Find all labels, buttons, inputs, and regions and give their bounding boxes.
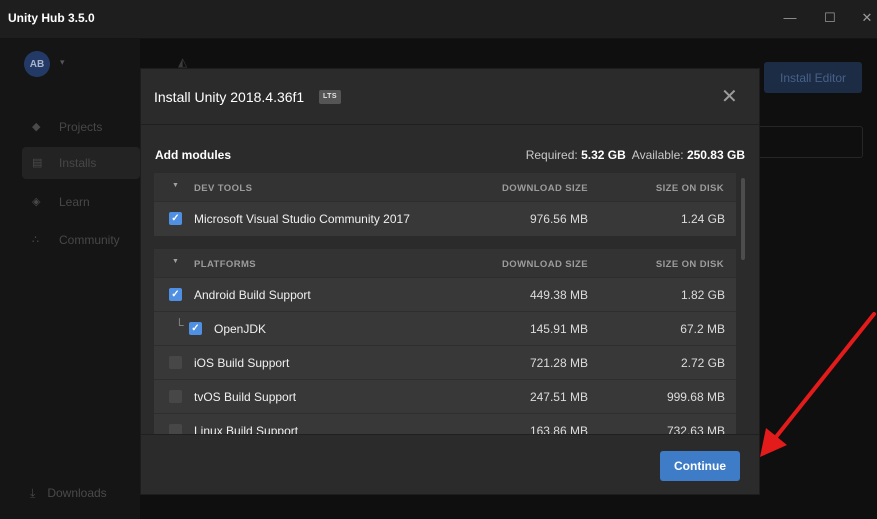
download-icon: ⤓ — [30, 486, 36, 500]
people-icon: ∴ — [32, 234, 39, 246]
install-modal: Install Unity 2018.4.36f1 LTS ✕ Add modu… — [140, 68, 760, 495]
module-row[interactable]: ✓ Microsoft Visual Studio Community 2017… — [154, 201, 736, 236]
size-on-disk: 67.2 MB — [680, 322, 725, 336]
module-name: Microsoft Visual Studio Community 2017 — [194, 212, 410, 226]
app-title: Unity Hub 3.5.0 — [8, 11, 95, 25]
size-on-disk: 999.68 MB — [666, 390, 725, 404]
module-name: tvOS Build Support — [194, 390, 297, 404]
module-row[interactable]: tvOS Build Support 247.51 MB 999.68 MB — [154, 379, 736, 414]
scrollbar-thumb[interactable] — [741, 178, 745, 260]
size-on-disk: 1.82 GB — [680, 288, 725, 302]
sidebar-item-projects[interactable]: ◆ Projects — [22, 111, 140, 143]
sidebar-item-label: Projects — [59, 120, 103, 134]
column-header-size-on-disk: SIZE ON DISK — [655, 183, 724, 194]
downloads-button[interactable]: ⤓ Downloads — [30, 486, 107, 501]
sidebar-item-label: Installs — [59, 156, 97, 170]
minimize-button[interactable]: — — [780, 10, 800, 25]
install-editor-button[interactable]: Install Editor — [764, 62, 862, 93]
available-label: Available: — [631, 148, 684, 162]
space-info: Required: 5.32 GB Available: 250.83 GB — [526, 148, 745, 162]
modal-footer: Continue — [141, 434, 759, 495]
modal-title: Install Unity 2018.4.36f1 — [154, 89, 305, 105]
lock-icon: ▤ — [32, 157, 43, 169]
caret-down-icon[interactable]: ▼ — [172, 258, 179, 265]
module-name: Android Build Support — [194, 288, 311, 302]
sidebar-item-community[interactable]: ∴ Community — [22, 224, 140, 256]
maximize-button[interactable]: ☐ — [820, 10, 840, 26]
tree-connector-icon: └ — [175, 318, 184, 332]
graduation-cap-icon: ◈ — [32, 196, 41, 208]
chevron-down-icon[interactable]: ▾ — [60, 57, 65, 68]
download-size: 247.51 MB — [529, 390, 588, 404]
section-header-dev-tools[interactable]: ▼ DEV TOOLS DOWNLOAD SIZE SIZE ON DISK — [154, 173, 736, 201]
modal-header: Install Unity 2018.4.36f1 LTS ✕ — [141, 69, 759, 125]
module-row[interactable]: ✓ Android Build Support 449.38 MB 1.82 G… — [154, 277, 736, 312]
caret-down-icon[interactable]: ▼ — [172, 182, 179, 189]
section-name: DEV TOOLS — [194, 183, 253, 194]
module-name: iOS Build Support — [194, 356, 290, 370]
size-on-disk: 1.24 GB — [680, 212, 725, 226]
continue-button[interactable]: Continue — [660, 451, 740, 481]
sidebar-item-label: Community — [59, 233, 120, 247]
lts-badge: LTS — [319, 90, 341, 104]
module-row[interactable]: iOS Build Support 721.28 MB 2.72 GB — [154, 345, 736, 380]
checkbox-unchecked[interactable] — [169, 390, 182, 403]
add-modules-heading: Add modules — [155, 148, 232, 162]
download-size: 976.56 MB — [529, 212, 588, 226]
downloads-label: Downloads — [47, 486, 107, 500]
section-header-platforms[interactable]: ▼ PLATFORMS DOWNLOAD SIZE SIZE ON DISK — [154, 249, 736, 277]
module-row-sub[interactable]: └ ✓ OpenJDK 145.91 MB 67.2 MB — [154, 311, 736, 346]
module-row[interactable]: Linux Build Support 163.86 MB 732.63 MB — [154, 413, 736, 435]
checkbox-checked[interactable]: ✓ — [169, 212, 182, 225]
size-on-disk: 2.72 GB — [680, 356, 725, 370]
sidebar-item-installs[interactable]: ▤ Installs — [22, 147, 140, 179]
window-title-bar: Unity Hub 3.5.0 — ☐ ✕ — [0, 0, 877, 39]
sidebar-item-learn[interactable]: ◈ Learn — [22, 186, 140, 218]
close-icon[interactable]: ✕ — [721, 84, 738, 109]
sidebar: AB ▾ ◆ Projects ▤ Installs ◈ Learn ∴ Com… — [0, 39, 140, 519]
checkbox-checked[interactable]: ✓ — [189, 322, 202, 335]
cube-icon: ◆ — [32, 121, 41, 133]
section-name: PLATFORMS — [194, 259, 257, 270]
avatar[interactable]: AB — [24, 51, 50, 77]
module-name: OpenJDK — [214, 322, 267, 336]
checkbox-checked[interactable]: ✓ — [169, 288, 182, 301]
sidebar-item-label: Learn — [59, 195, 90, 209]
close-window-button[interactable]: ✕ — [857, 10, 877, 26]
bell-icon[interactable]: ◭ — [178, 55, 187, 69]
download-size: 145.91 MB — [529, 322, 588, 336]
modules-list[interactable]: ▼ DEV TOOLS DOWNLOAD SIZE SIZE ON DISK ✓… — [154, 173, 736, 435]
required-label: Required: — [525, 148, 578, 162]
column-header-download-size: DOWNLOAD SIZE — [502, 183, 588, 194]
column-header-size-on-disk: SIZE ON DISK — [655, 259, 724, 270]
available-value: 250.83 GB — [686, 148, 745, 162]
search-input[interactable] — [745, 126, 863, 158]
required-value: 5.32 GB — [581, 148, 626, 162]
column-header-download-size: DOWNLOAD SIZE — [502, 259, 588, 270]
download-size: 721.28 MB — [529, 356, 588, 370]
download-size: 449.38 MB — [529, 288, 588, 302]
checkbox-unchecked[interactable] — [169, 356, 182, 369]
